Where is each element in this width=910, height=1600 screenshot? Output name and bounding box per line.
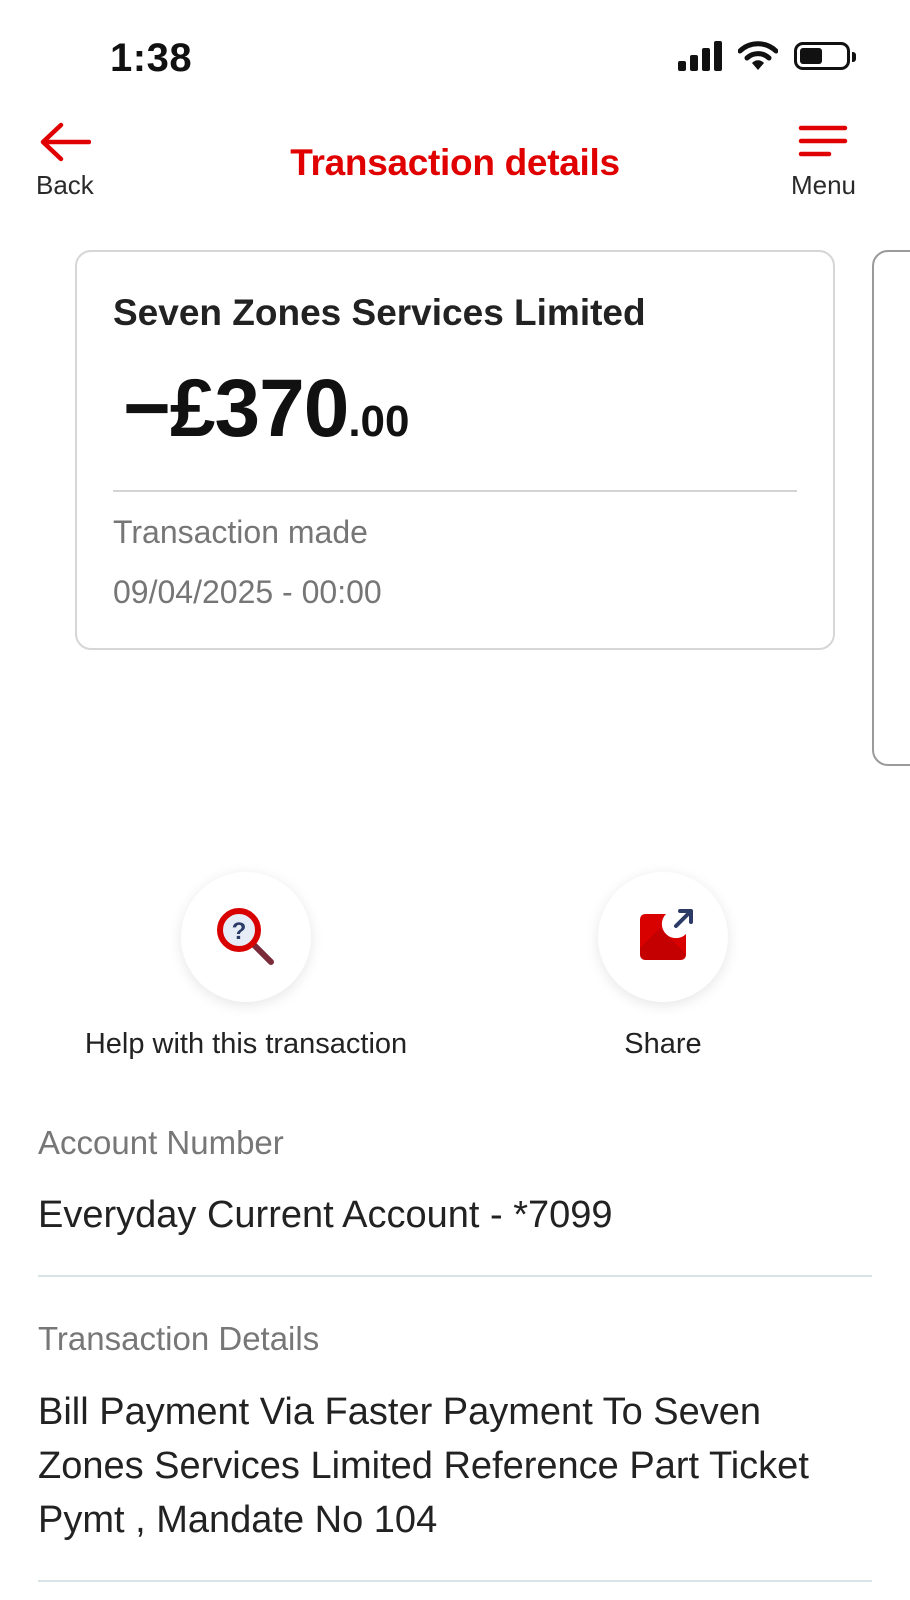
share-icon-circle — [598, 872, 728, 1002]
account-number-label: Account Number — [38, 1124, 284, 1161]
help-search-icon: ? — [217, 908, 274, 965]
transaction-amount: −£370.00 — [123, 362, 409, 456]
help-label: Help with this transaction — [84, 1028, 408, 1060]
page-title: Transaction details — [290, 142, 620, 183]
share-label: Share — [624, 1028, 702, 1060]
transaction-details-value: Bill Payment Via Faster Payment To Seven… — [38, 1391, 809, 1541]
signal-icon — [678, 41, 722, 71]
menu-label: Menu — [790, 170, 856, 200]
share-icon — [640, 909, 693, 960]
account-number-value: Everyday Current Account - *7099 — [38, 1194, 613, 1236]
svg-text:?: ? — [232, 918, 247, 945]
help-with-transaction-button[interactable]: ? Help with this transaction — [46, 872, 446, 1061]
status-icons — [678, 40, 856, 72]
account-divider — [38, 1275, 872, 1277]
menu-icon — [799, 125, 848, 157]
amount-main: −£370 — [123, 363, 349, 454]
transaction-made-label: Transaction made — [113, 514, 368, 550]
amount-decimal: .00 — [348, 397, 410, 446]
merchant-name: Seven Zones Services Limited — [113, 292, 646, 333]
card-divider — [113, 490, 797, 492]
status-time: 1:38 — [110, 36, 193, 80]
next-card-peek[interactable] — [872, 250, 910, 766]
help-icon-circle: ? — [181, 872, 311, 1002]
wifi-icon — [738, 41, 778, 70]
transaction-made-datetime: 09/04/2025 - 00:00 — [113, 574, 382, 610]
transaction-card: Seven Zones Services Limited −£370.00 Tr… — [75, 250, 835, 650]
menu-button[interactable]: Menu — [791, 122, 856, 201]
share-button[interactable]: Share — [563, 872, 763, 1061]
details-divider — [38, 1580, 872, 1582]
battery-icon — [794, 42, 856, 70]
transaction-details-label: Transaction Details — [38, 1320, 320, 1357]
